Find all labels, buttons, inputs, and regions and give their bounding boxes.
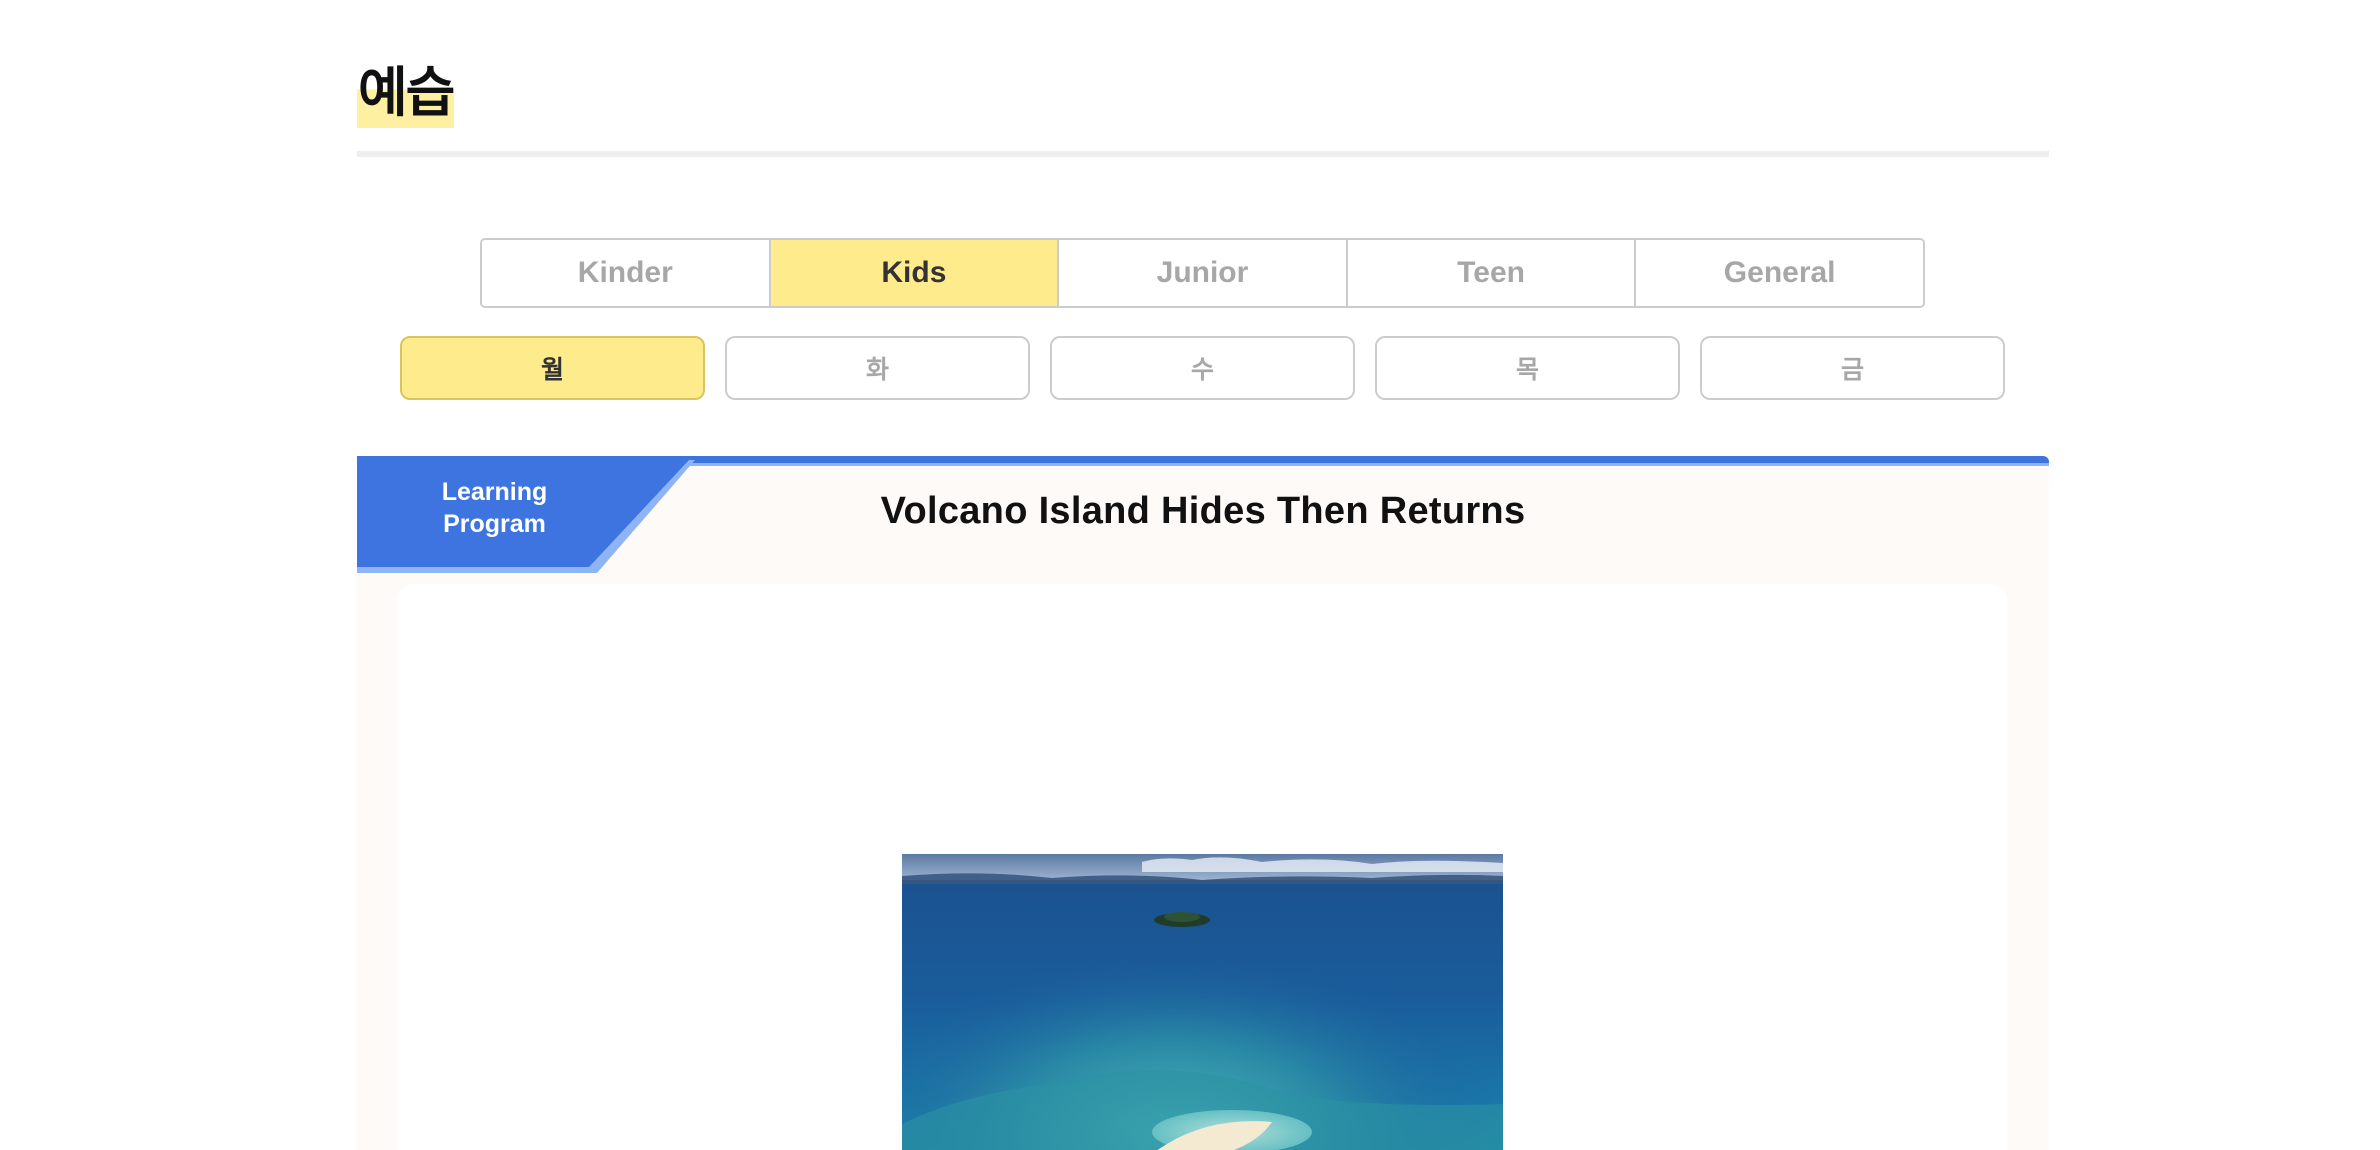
level-tabs: Kinder Kids Junior Teen General: [480, 238, 1925, 308]
title-divider: [357, 151, 2049, 157]
day-tab-tue[interactable]: 화: [725, 336, 1030, 400]
day-tab-mon[interactable]: 월: [400, 336, 705, 400]
content-card: [397, 584, 2007, 1150]
tab-kinder[interactable]: Kinder: [482, 240, 771, 306]
page: 예습 Kinder Kids Junior Teen General 월 화 수…: [0, 0, 2380, 1150]
day-tabs: 월 화 수 목 금: [400, 336, 2005, 400]
page-title: 예습: [357, 58, 455, 128]
day-tab-fri[interactable]: 금: [1700, 336, 2005, 400]
day-tab-thu[interactable]: 목: [1375, 336, 1680, 400]
day-tab-wed[interactable]: 수: [1050, 336, 1355, 400]
tab-teen[interactable]: Teen: [1347, 240, 1637, 306]
tab-general[interactable]: General: [1636, 240, 1923, 306]
program-title: Volcano Island Hides Then Returns: [357, 490, 2049, 533]
aerial-ocean-island-photo: [902, 854, 1503, 1150]
tab-kids[interactable]: Kids: [770, 240, 1060, 306]
learning-program-section: Learning Program Volcano Island Hides Th…: [357, 456, 2049, 1150]
tab-junior[interactable]: Junior: [1059, 240, 1348, 306]
program-title-text: Volcano Island Hides Then Returns: [880, 490, 1526, 532]
lesson-image: [902, 854, 1503, 1150]
